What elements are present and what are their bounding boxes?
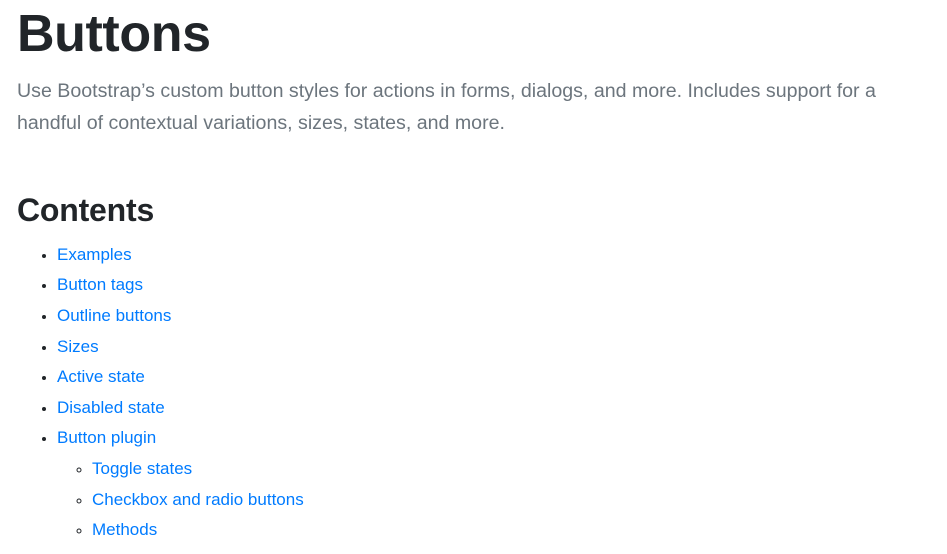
list-item: Disabled state: [57, 393, 927, 424]
toc-link-checkbox-and-radio-buttons[interactable]: Checkbox and radio buttons: [92, 490, 304, 509]
toc-link-button-tags[interactable]: Button tags: [57, 275, 143, 294]
toc-link-examples[interactable]: Examples: [57, 245, 132, 264]
contents-heading: Contents: [17, 191, 155, 228]
page-title: Buttons: [17, 5, 211, 63]
list-item: Button plugin Toggle states Checkbox and…: [57, 423, 927, 545]
content-container: Buttons Use Bootstrap’s custom button st…: [0, 0, 947, 546]
toc-link-toggle-states[interactable]: Toggle states: [92, 459, 192, 478]
list-item: Toggle states: [92, 454, 927, 485]
toc-link-outline-buttons[interactable]: Outline buttons: [57, 306, 171, 325]
list-item: Methods: [92, 515, 927, 546]
toc-link-sizes[interactable]: Sizes: [57, 337, 99, 356]
list-item: Checkbox and radio buttons: [92, 485, 927, 516]
toc-link-active-state[interactable]: Active state: [57, 367, 145, 386]
table-of-contents-list: Examples Button tags Outline buttons Siz…: [17, 228, 927, 546]
list-item: Active state: [57, 362, 927, 393]
list-item: Examples: [57, 240, 927, 271]
page-lead-description: Use Bootstrap’s custom button styles for…: [17, 79, 876, 135]
list-item: Outline buttons: [57, 301, 927, 332]
toc-link-button-plugin[interactable]: Button plugin: [57, 428, 156, 447]
toc-link-methods[interactable]: Methods: [92, 520, 157, 539]
toc-link-disabled-state[interactable]: Disabled state: [57, 398, 165, 417]
list-item: Button tags: [57, 270, 927, 301]
table-of-contents-sublist: Toggle states Checkbox and radio buttons…: [57, 454, 927, 546]
documentation-page: Buttons Use Bootstrap’s custom button st…: [0, 0, 947, 554]
list-item: Sizes: [57, 332, 927, 363]
